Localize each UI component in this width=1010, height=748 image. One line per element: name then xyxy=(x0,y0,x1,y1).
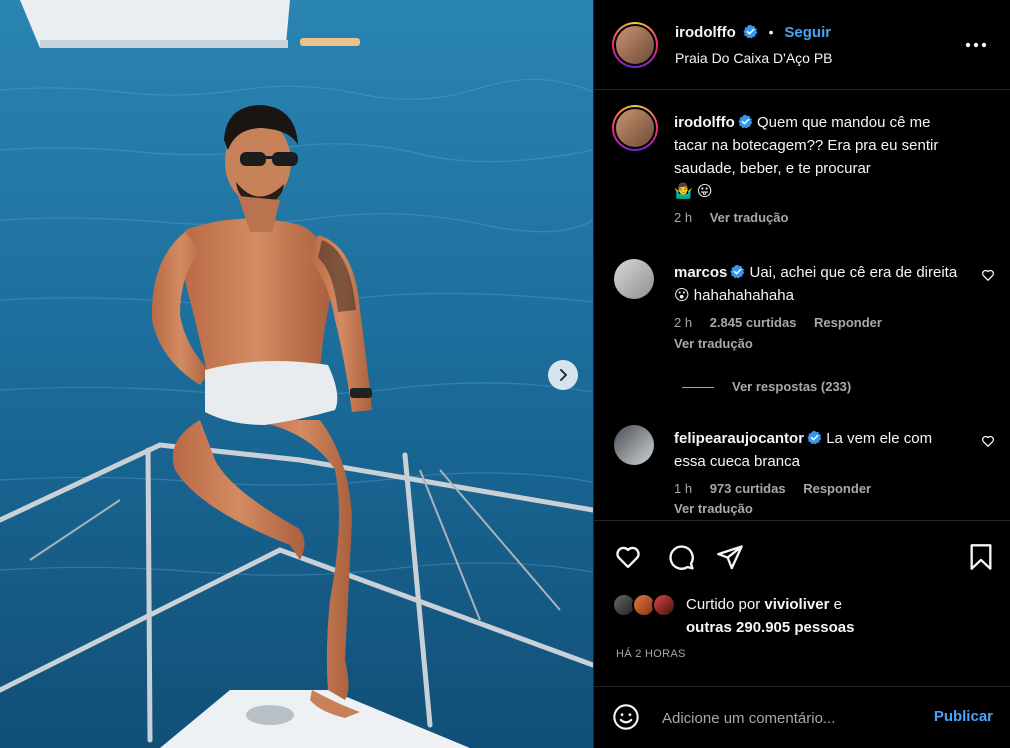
comment-translate-link[interactable]: Ver tradução xyxy=(674,501,753,516)
separator-dot: • xyxy=(768,24,774,40)
comment-likes[interactable]: 2.845 curtidas xyxy=(710,315,797,330)
instagram-post-view: irodolffo • Seguir Praia Do Caixa D'Aço … xyxy=(0,0,1010,748)
likers-avatars[interactable] xyxy=(612,593,682,623)
chevron-right-icon xyxy=(560,369,567,381)
comment-item: marcos Uai, achei que cê era de direita … xyxy=(612,259,995,389)
post-actions: Curtido por vivioliver e outras 290.905 … xyxy=(594,520,1010,680)
comment-username[interactable]: felipearaujocantor xyxy=(674,430,804,447)
liked-by-prefix: Curtido por xyxy=(686,596,761,613)
post-photo[interactable] xyxy=(0,0,593,748)
verified-badge-icon xyxy=(730,264,745,279)
comment-bubble-icon[interactable] xyxy=(667,543,695,571)
comment-time: 2 h xyxy=(674,315,693,330)
emoji-smiley-icon[interactable] xyxy=(612,703,640,731)
author-username[interactable]: irodolffo xyxy=(675,24,736,41)
comment-time: 1 h xyxy=(674,481,693,496)
author-avatar[interactable] xyxy=(612,22,658,68)
more-options-icon[interactable] xyxy=(965,40,987,50)
caption-username[interactable]: irodolffo xyxy=(674,114,735,131)
photo-scene xyxy=(0,0,593,748)
verified-badge-icon xyxy=(743,24,757,39)
caption-translate-link[interactable]: Ver tradução xyxy=(710,210,789,225)
comment-likes[interactable]: 973 curtidas xyxy=(710,481,786,496)
post-location[interactable]: Praia Do Caixa D'Aço PB xyxy=(675,50,833,66)
add-comment-bar: Publicar xyxy=(594,686,1010,748)
share-send-icon[interactable] xyxy=(716,543,744,571)
liker-avatar xyxy=(652,593,676,617)
comment-username[interactable]: marcos xyxy=(674,264,727,281)
post-time-ago: HÁ 2 HORAS xyxy=(616,648,686,660)
like-heart-icon[interactable] xyxy=(614,543,642,571)
caption-time: 2 h xyxy=(674,210,693,225)
view-replies-label[interactable]: Ver respostas (233) xyxy=(732,379,851,394)
like-comment-heart-icon[interactable] xyxy=(981,268,995,282)
view-replies-button[interactable]: Ver respostas (233) xyxy=(682,379,851,394)
publish-button[interactable]: Publicar xyxy=(934,708,993,725)
post-header: irodolffo • Seguir Praia Do Caixa D'Aço … xyxy=(594,0,1010,90)
comment-translate-link[interactable]: Ver tradução xyxy=(674,336,753,351)
liked-by-others[interactable]: outras 290.905 pessoas xyxy=(686,619,854,636)
comment-item: felipearaujocantor La vem ele com essa c… xyxy=(612,425,995,519)
reply-button[interactable]: Responder xyxy=(814,315,882,330)
comment-avatar[interactable] xyxy=(614,425,654,465)
post-side-panel: irodolffo • Seguir Praia Do Caixa D'Aço … xyxy=(593,0,1010,748)
next-photo-button[interactable] xyxy=(548,360,578,390)
verified-badge-icon xyxy=(738,114,753,129)
replies-divider xyxy=(682,387,714,389)
caption-emoji: 🤷‍♂️ 😛 xyxy=(674,183,713,200)
liked-by-connector: e xyxy=(833,596,842,613)
save-bookmark-icon[interactable] xyxy=(968,543,994,571)
like-comment-heart-icon[interactable] xyxy=(981,434,995,448)
caption-avatar[interactable] xyxy=(612,105,658,151)
liked-by-text: Curtido por vivioliver e outras 290.905 … xyxy=(686,593,854,639)
caption: irodolffo Quem que mandou cê me tacar na… xyxy=(612,105,995,235)
comment-avatar[interactable] xyxy=(614,259,654,299)
follow-button[interactable]: Seguir xyxy=(784,24,831,41)
verified-badge-icon xyxy=(807,430,822,445)
comment-input[interactable] xyxy=(662,706,912,730)
reply-button[interactable]: Responder xyxy=(803,481,871,496)
liked-by-user[interactable]: vivioliver xyxy=(764,596,829,613)
comments-list[interactable]: irodolffo Quem que mandou cê me tacar na… xyxy=(594,91,1010,519)
